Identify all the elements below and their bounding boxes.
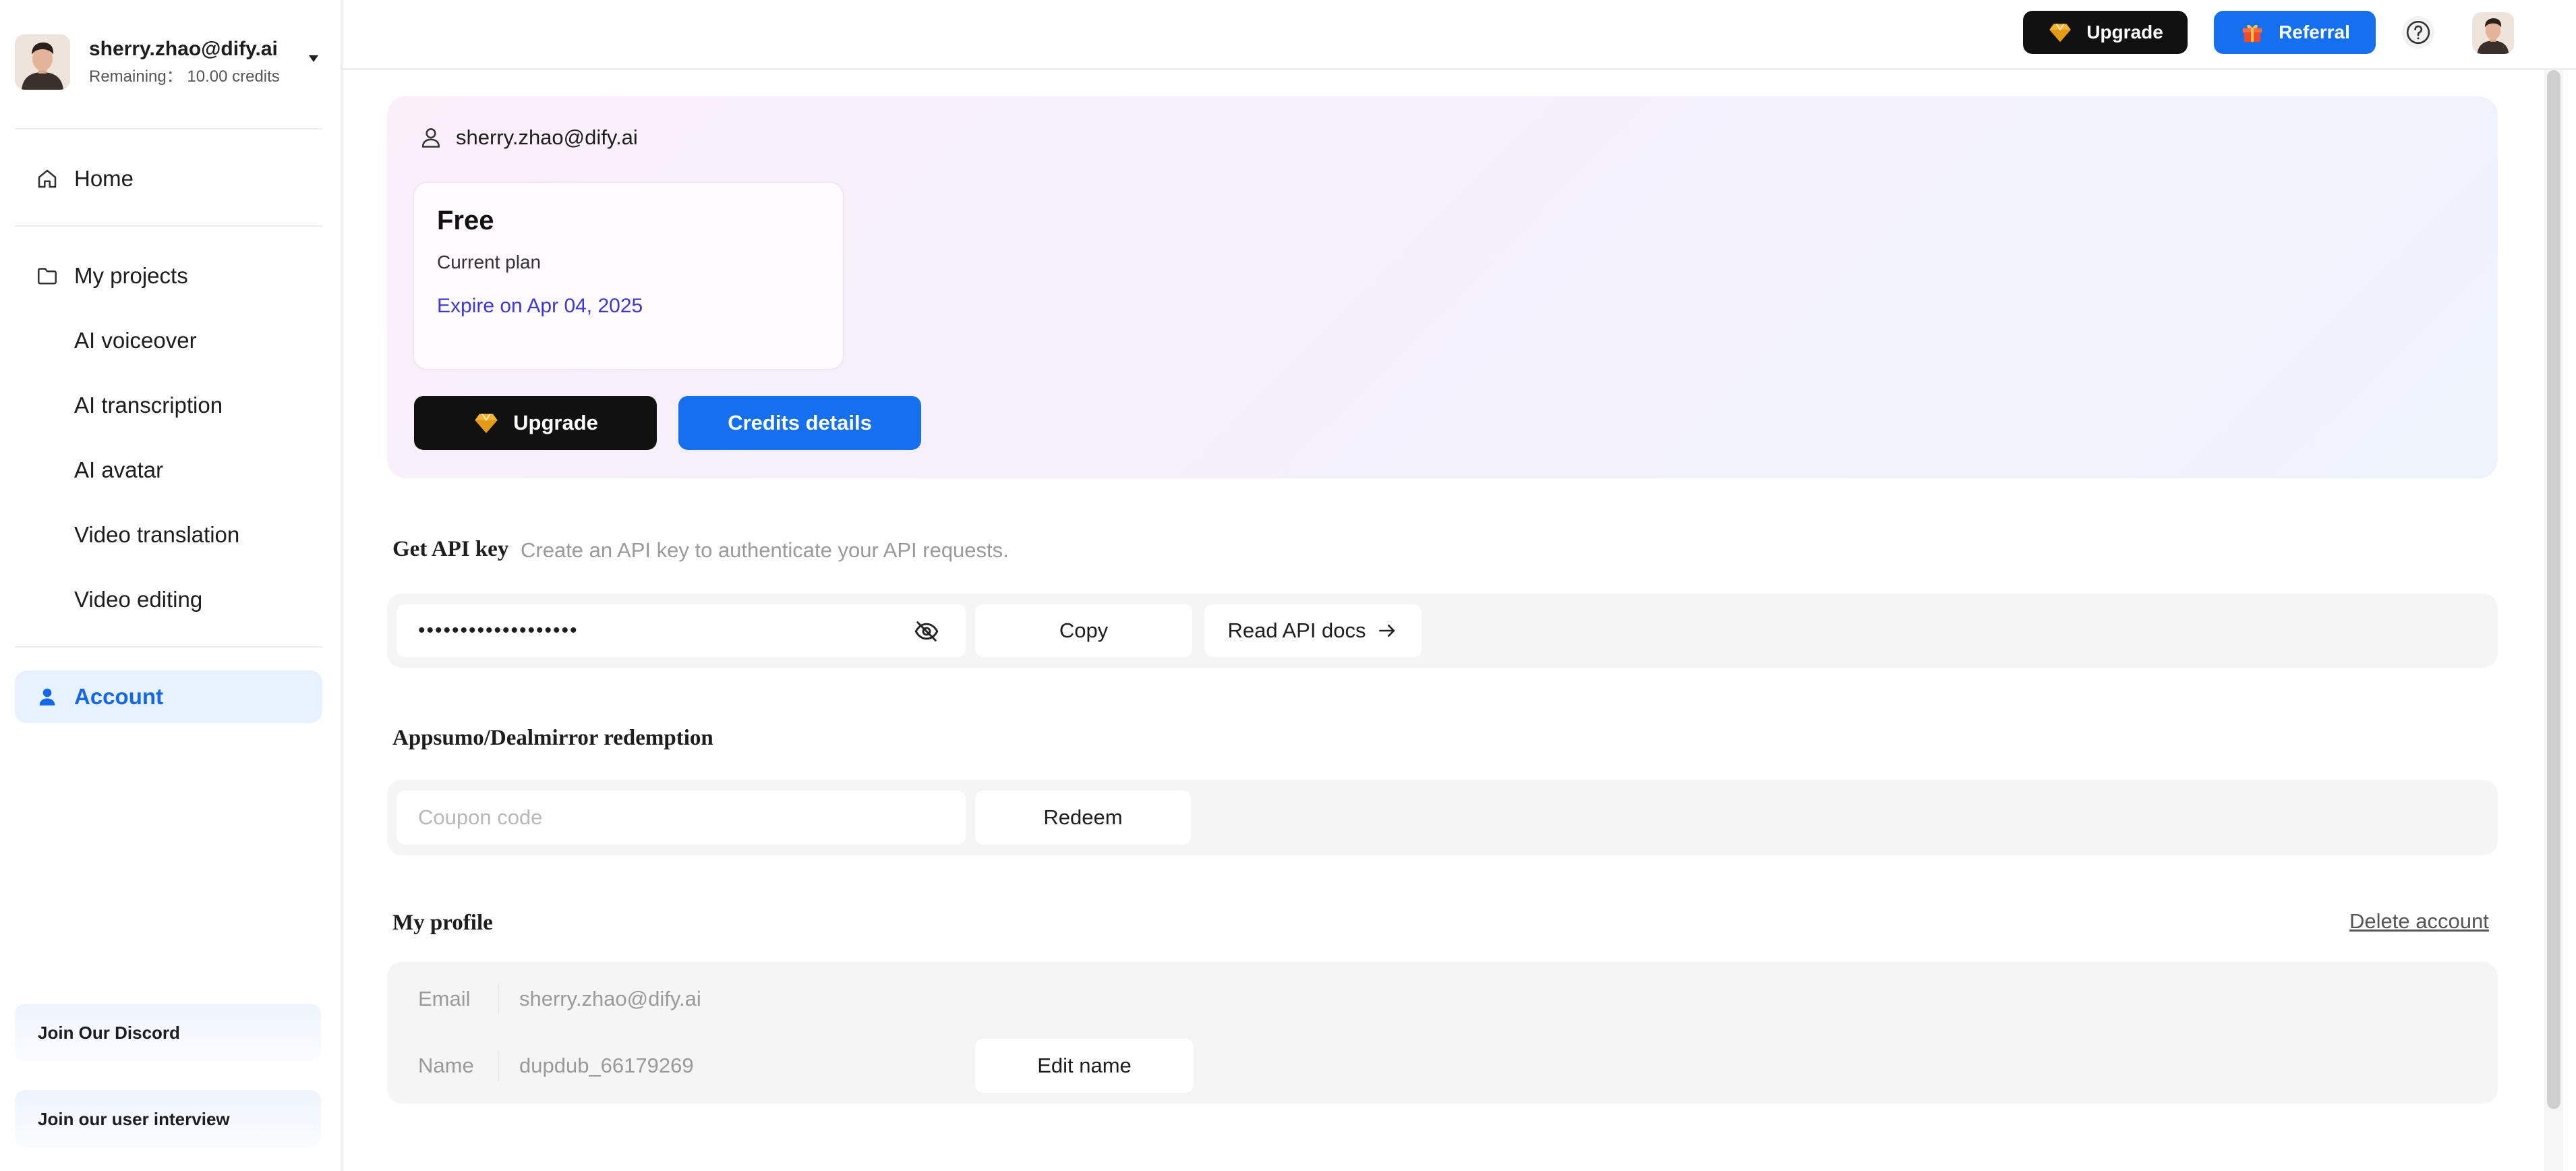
diamond-icon [475,413,498,433]
api-key-title: Get API key [392,537,509,561]
sidebar-item-label: AI avatar [74,457,164,482]
top-bar: Upgrade Referral [343,0,2576,70]
caret-down-icon[interactable] [309,55,318,62]
profile-email-label: Email [418,987,471,1010]
profile-name-row: Name dupdub_66179269 [397,1039,966,1093]
sidebar-item-label: Video translation [74,522,240,547]
sidebar-item-label: AI voiceover [74,328,197,353]
sidebar-item-ai-voiceover[interactable]: AI voiceover [15,314,322,367]
user-outline-icon [421,128,440,148]
referral-button-label: Referral [2279,22,2350,42]
api-key-panel: ••••••••••••••••••• Copy Read API docs [387,594,2498,668]
sidebar: sherry.zhao@dify.ai Remaining： 10.00 cre… [0,0,343,1171]
sidebar-item-ai-avatar[interactable]: AI avatar [15,444,322,496]
sidebar-item-my-projects[interactable]: My projects [15,250,322,302]
edit-name-button[interactable]: Edit name [975,1039,1194,1093]
divider [498,984,499,1014]
plan-upgrade-button[interactable]: Upgrade [414,396,657,450]
avatar [15,34,70,90]
join-user-interview-button[interactable]: Join our user interview [15,1090,321,1148]
sidebar-item-label: Video editing [74,587,203,612]
delete-account-link[interactable]: Delete account [2349,909,2489,934]
api-key-description: Create an API key to authenticate your A… [521,538,1009,562]
plan-expire-date: Expire on Apr 04, 2025 [437,295,643,317]
scrollbar-thumb[interactable] [2547,70,2560,1109]
help-icon [2406,20,2430,45]
home-icon [38,169,57,188]
coupon-code-input[interactable] [418,805,931,830]
redemption-title: Appsumo/Dealmirror redemption [392,726,713,750]
referral-button[interactable]: Referral [2214,11,2376,54]
profile-name-value: dupdub_66179269 [519,1054,694,1077]
divider [15,646,322,648]
plan-account-email: sherry.zhao@dify.ai [456,125,638,149]
profile-name-label: Name [418,1054,474,1077]
user-icon [39,688,55,706]
sidebar-item-label: Account [74,684,163,709]
avatar[interactable] [2472,12,2514,54]
profile-panel: Email sherry.zhao@dify.ai Name dupdub_66… [387,962,2498,1104]
profile-title: My profile [392,911,493,935]
credits-remaining: Remaining： 10.00 credits [89,67,280,86]
copy-api-key-button[interactable]: Copy [975,604,1192,657]
help-button[interactable] [2402,16,2434,49]
plan-upgrade-label: Upgrade [513,411,598,434]
folder-icon [37,268,57,285]
join-discord-button[interactable]: Join Our Discord [15,1004,321,1062]
sidebar-item-label: Home [74,166,134,191]
sidebar-item-account[interactable]: Account [15,670,322,723]
plan-card: sherry.zhao@dify.ai Free Current plan Ex… [387,96,2498,478]
divider [15,225,322,227]
plan-name: Free [437,206,494,235]
user-email: sherry.zhao@dify.ai [89,38,278,60]
upgrade-button[interactable]: Upgrade [2023,11,2188,54]
coupon-field[interactable] [397,791,966,845]
user-menu[interactable]: sherry.zhao@dify.ai Remaining： 10.00 cre… [15,32,325,92]
credits-details-button[interactable]: Credits details [678,396,921,450]
diamond-icon [2049,23,2072,42]
api-key-masked: ••••••••••••••••••• [418,619,579,641]
plan-account-row: sherry.zhao@dify.ai [418,125,638,150]
eye-off-icon[interactable] [913,618,940,645]
profile-email-value: sherry.zhao@dify.ai [519,987,701,1010]
read-api-docs-label: Read API docs [1227,619,1366,642]
sidebar-item-label: AI transcription [74,393,223,418]
sidebar-item-video-translation[interactable]: Video translation [15,509,322,561]
redeem-button[interactable]: Redeem [975,791,1191,845]
current-plan-box: Free Current plan Expire on Apr 04, 2025 [413,181,844,370]
divider [15,128,322,130]
user-info: sherry.zhao@dify.ai Remaining： 10.00 cre… [89,36,280,88]
api-key-field[interactable]: ••••••••••••••••••• [397,604,966,657]
redemption-panel: Redeem [387,780,2498,855]
sidebar-item-video-editing[interactable]: Video editing [15,573,322,626]
sidebar-item-home[interactable]: Home [15,152,322,205]
arrow-right-icon [1378,624,1395,637]
upgrade-button-label: Upgrade [2086,22,2163,42]
divider [498,1051,499,1081]
profile-email-row: Email sherry.zhao@dify.ai [397,973,966,1025]
plan-subtitle: Current plan [437,252,541,273]
sidebar-item-label: My projects [74,263,188,288]
read-api-docs-button[interactable]: Read API docs [1204,604,1422,657]
sidebar-item-ai-transcription[interactable]: AI transcription [15,379,322,432]
gift-icon [2242,24,2262,42]
